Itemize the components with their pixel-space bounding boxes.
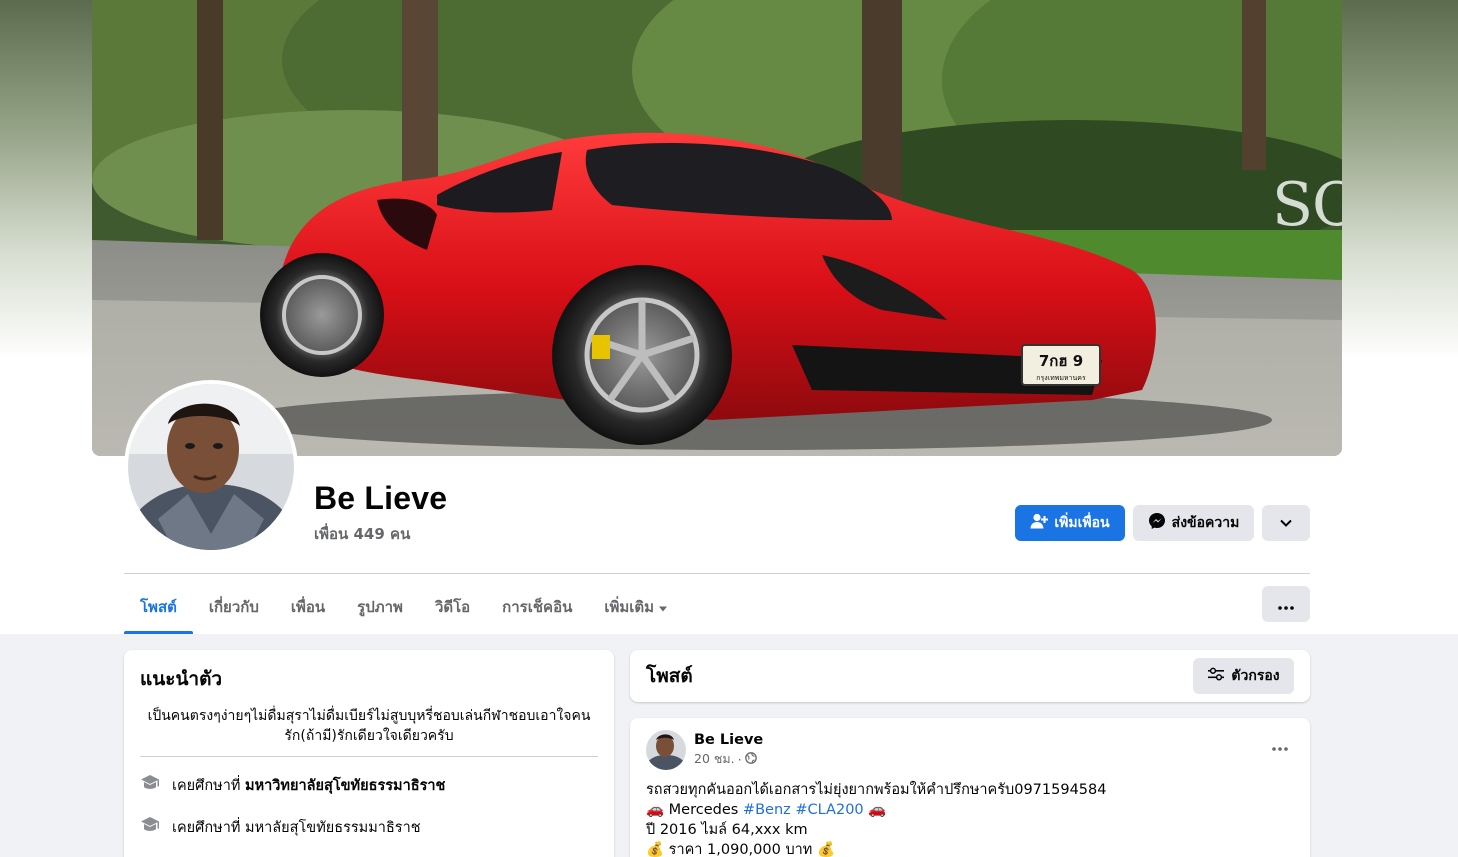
posts-title: โพสต์ — [646, 665, 693, 687]
hashtag-link[interactable]: #CLA200 — [795, 802, 863, 818]
tab-checkins-label: การเช็คอิน — [502, 598, 573, 616]
posts-header-card: โพสต์ ตัวกรอง — [630, 650, 1310, 702]
header-divider — [124, 573, 1310, 574]
more-actions-button[interactable] — [1262, 505, 1310, 541]
tab-friends-label: เพื่อน — [290, 598, 326, 616]
tab-checkins[interactable]: การเช็คอิน — [486, 580, 588, 634]
plate-province: กรุงเทพมหานคร — [1036, 374, 1086, 382]
tab-videos-label: วิดีโอ — [434, 598, 471, 616]
tab-photos[interactable]: รูปภาพ — [341, 580, 419, 634]
plate-number: 7กฮ 9 — [1039, 352, 1083, 370]
add-friend-label: เพิ่มเพื่อน — [1054, 515, 1110, 531]
graduation-cap-icon — [140, 774, 160, 796]
message-label: ส่งข้อความ — [1171, 515, 1240, 531]
tab-friends[interactable]: เพื่อน — [275, 580, 341, 634]
education-prefix: เคยศึกษาที่ — [172, 777, 241, 794]
more-dots-icon — [1278, 595, 1294, 614]
tab-photos-label: รูปภาพ — [357, 598, 403, 616]
post-line: 💰 ราคา 1,090,000 บาท 💰 — [646, 842, 836, 857]
intro-divider — [140, 756, 598, 757]
education-item: เคยศึกษาที่ มหาวิทยาลัยสุโขทัยธรรมาธิราช — [140, 771, 598, 799]
svg-text:S: S — [1272, 170, 1313, 240]
post-card: Be Lieve 20 ชม. · รถสวยทุกคันออกได้เอกสา… — [630, 718, 1310, 857]
friend-count-link[interactable]: เพื่อน 449 คน — [314, 522, 410, 546]
cover-photo[interactable]: S C 7กฮ 9 กรุงเทพมหานคร — [92, 0, 1342, 456]
tab-posts[interactable]: โพสต์ — [124, 580, 193, 634]
intro-card: แนะนำตัว เป็นคนตรงๆง่ายๆไม่ดื่มสุราไม่ดื… — [124, 650, 614, 857]
post-options-button[interactable] — [1272, 736, 1288, 755]
add-friend-icon — [1030, 513, 1049, 533]
education-school-text: มหาลัยสุโขทัยธรรมมาธิราช — [245, 819, 421, 836]
tab-posts-label: โพสต์ — [140, 598, 177, 616]
profile-options-button[interactable] — [1262, 586, 1310, 622]
profile-tabs: โพสต์ เกี่ยวกับ เพื่อน รูปภาพ วิดีโอ การ… — [124, 580, 684, 634]
post-author-avatar[interactable] — [646, 730, 686, 770]
message-button[interactable]: ส่งข้อความ — [1133, 505, 1254, 541]
tab-about-label: เกี่ยวกับ — [208, 598, 259, 616]
post-header: Be Lieve 20 ชม. · — [646, 730, 1294, 770]
post-timestamp[interactable]: 20 ชม. — [694, 749, 735, 769]
messenger-icon — [1148, 512, 1166, 534]
tab-more[interactable]: เพิ่มเติม — [588, 580, 684, 634]
globe-icon — [744, 751, 757, 767]
intro-title: แนะนำตัว — [140, 668, 223, 690]
add-friend-button[interactable]: เพิ่มเพื่อน — [1015, 505, 1125, 541]
intro-bio: เป็นคนตรงๆง่ายๆไม่ดื่มสุราไม่ดื่มเบียร์ไ… — [147, 708, 591, 744]
post-line: 🚗 Mercedes #Benz #CLA200 🚗 — [646, 800, 1294, 820]
post-author-name[interactable]: Be Lieve — [694, 731, 763, 749]
tab-more-label: เพิ่มเติม — [604, 598, 655, 616]
more-dots-icon — [1272, 736, 1288, 755]
tab-about[interactable]: เกี่ยวกับ — [193, 580, 275, 634]
post-text: 🚗 — [863, 802, 887, 818]
post-body: รถสวยทุกคันออกได้เอกสารไม่ยุ่งยากพร้อมให… — [646, 780, 1294, 857]
hashtag-link[interactable]: #Benz — [743, 802, 791, 818]
filter-label: ตัวกรอง — [1231, 668, 1280, 684]
tab-videos[interactable]: วิดีโอ — [419, 580, 486, 634]
filter-sliders-icon — [1207, 667, 1225, 685]
education-item: เคยศึกษาที่ มหาลัยสุโขทัยธรรมมาธิราช — [140, 813, 598, 841]
meta-separator: · — [737, 751, 742, 767]
profile-name: Be Lieve — [314, 480, 448, 516]
svg-text:C: C — [1312, 170, 1342, 240]
post-line: ปี 2016 ไมล์ 64,xxx km — [646, 822, 808, 838]
education-school-link[interactable]: มหาวิทยาลัยสุโขทัยธรรมาธิราช — [245, 778, 445, 794]
profile-avatar[interactable] — [124, 380, 298, 554]
caret-down-icon — [658, 598, 668, 616]
graduation-cap-icon — [140, 816, 160, 838]
education-prefix: เคยศึกษาที่ — [172, 819, 241, 836]
post-line: รถสวยทุกคันออกได้เอกสารไม่ยุ่งยากพร้อมให… — [646, 782, 1107, 798]
filter-button[interactable]: ตัวกรอง — [1193, 658, 1294, 694]
chevron-down-icon — [1280, 515, 1292, 531]
post-meta: 20 ชม. · — [694, 749, 763, 769]
post-text: 🚗 Mercedes — [646, 802, 743, 818]
